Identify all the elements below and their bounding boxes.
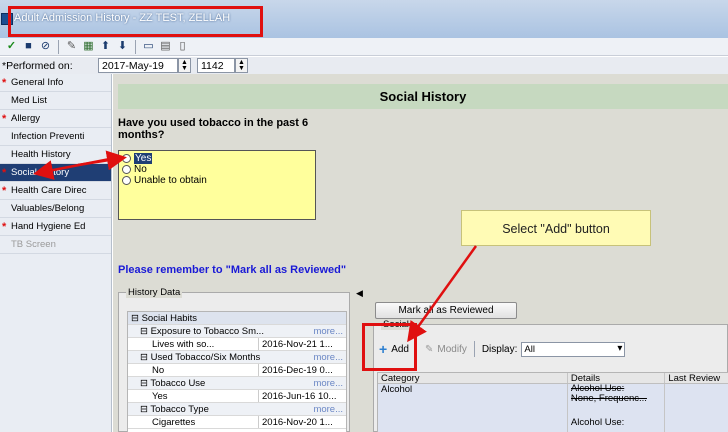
toolbar-divider [135,39,136,54]
modify-icon: ✎ [424,343,434,355]
display-select[interactable]: All [521,341,626,357]
tree-row[interactable]: ⊟ Exposure to Tobacco Sm... more... [128,325,346,338]
down-arrow-icon[interactable]: ⬇ [115,40,130,54]
calculator-icon[interactable]: ▦ [81,40,96,54]
add-highlight-box [362,323,417,371]
document-icon[interactable]: ▯ [175,40,190,54]
checkmark-icon[interactable]: ✓ [4,40,19,54]
up-arrow-icon[interactable]: ⬆ [98,40,113,54]
sidebar-item-social-history[interactable]: * Social History [0,164,111,182]
sidebar-item-allergy[interactable]: * Allergy [0,110,111,128]
section-header: Social History [118,84,728,109]
performed-date-field[interactable]: 2017-May-19 [98,58,178,73]
sidebar-item-label: Health Care Direc [11,185,87,196]
performed-on-row: *Performed on: 2017-May-19 ▲ ▼ 1142 ▲ ▼ [0,57,728,74]
image-icon[interactable]: ▤ [158,40,173,54]
sidebar-item-valuables[interactable]: Valuables/Belong [0,200,111,218]
tree-row[interactable]: ⊟ Tobacco Type more... [128,403,346,416]
option-unable-to-obtain[interactable]: Unable to obtain [122,175,312,186]
tree-row[interactable]: ⊟ Social Habits [128,312,346,325]
tree-row[interactable]: ⊟ Tobacco Use more... [128,377,346,390]
column-details[interactable]: Details [566,373,664,383]
sidebar-item-tb-screen[interactable]: TB Screen [0,236,111,254]
sidebar-item-infection-prevention[interactable]: Infection Preventi [0,128,111,146]
sidebar-item-label: Social History [11,167,70,178]
tobacco-question: Have you used tobacco in the past 6 mont… [118,117,309,141]
more-link[interactable]: more... [313,377,346,389]
row-details: Alcohol Use: None, Frequenc... Alcohol U… [566,384,664,432]
option-no[interactable]: No [122,164,312,175]
sidebar-item-label: Health History [11,149,71,160]
title-highlight-box [8,6,263,37]
performed-on-label: *Performed on: [2,59,73,72]
option-yes[interactable]: Yes [122,153,312,164]
social-grid: Category Details Last Review Alcohol Alc… [377,372,728,432]
history-data-title: History Data [126,287,183,298]
edit-icon[interactable]: ✎ [64,40,79,54]
review-reminder: Please remember to "Mark all as Reviewed… [118,264,347,276]
modify-button[interactable]: Modify [437,344,466,355]
date-spinner[interactable]: ▲ ▼ [178,58,191,73]
sidebar-item-label: Valuables/Belong [11,203,85,214]
sidebar-item-health-history[interactable]: Health History [0,146,111,164]
sidebar-item-label: General Info [11,77,64,88]
more-link[interactable]: more... [313,403,346,415]
instruction-callout: Select "Add" button [461,210,651,246]
more-link[interactable]: more... [313,351,346,363]
column-last-review[interactable]: Last Review [664,373,728,383]
social-panel: Social + Add ✎ Modify Display: All Categ… [373,319,728,432]
social-toolbar: + Add ✎ Modify Display: All [379,337,728,361]
tobacco-options: Yes No Unable to obtain [118,150,316,220]
sidebar-item-med-list[interactable]: Med List [0,92,111,110]
sidebar-item-hand-hygiene[interactable]: * Hand Hygiene Ed [0,218,111,236]
radio-icon [122,165,131,174]
sidebar-item-label: Med List [11,95,47,106]
window-titlebar: Adult Admission History - ZZ TEST, ZELLA… [0,0,728,38]
toolbar-divider [58,39,59,54]
tree-row[interactable]: No 2016-Dec-19 0... [128,364,346,377]
sidebar-item-health-care-directives[interactable]: * Health Care Direc [0,182,111,200]
sidebar-item-label: Allergy [11,113,41,124]
toolbar-divider [473,341,475,357]
mark-all-reviewed-button[interactable]: Mark all as Reviewed [375,302,517,319]
column-category[interactable]: Category [378,373,567,383]
row-last-review [664,384,728,432]
toolbar: ✓ ■ ⊘ ✎ ▦ ⬆ ⬇ ▭ ▤ ▯ [0,38,728,56]
table-row[interactable]: Alcohol Alcohol Use: None, Frequenc... A… [378,384,728,432]
performed-time-field[interactable]: 1142 [197,58,235,73]
form-content: Social History Have you used tobacco in … [113,74,728,432]
more-link[interactable]: more... [313,325,346,337]
monitor-icon[interactable]: ▭ [141,40,156,54]
tree-row[interactable]: Lives with so... 2016-Nov-21 1... [128,338,346,351]
grid-header: Category Details Last Review [378,373,728,384]
cancel-icon[interactable]: ⊘ [38,40,53,54]
history-tree: ⊟ Social Habits ⊟ Exposure to Tobacco Sm… [127,311,347,432]
time-spinner[interactable]: ▲ ▼ [235,58,248,73]
tree-row[interactable]: ⊟ Used Tobacco/Six Months more... [128,351,346,364]
display-label: Display: [481,343,518,355]
save-icon[interactable]: ■ [21,40,36,54]
history-data-panel: History Data ⊟ Social Habits ⊟ Exposure … [118,287,350,432]
tree-row[interactable]: Cigarettes 2016-Nov-20 1... [128,416,346,429]
radio-icon [122,176,131,185]
sidebar-item-label: Infection Preventi [11,131,85,142]
radio-icon [122,154,131,163]
panel-splitter-icon[interactable]: ◀ [356,288,363,299]
tree-row[interactable]: Yes 2016-Jun-16 10... [128,390,346,403]
sidebar-item-general-info[interactable]: * General Info [0,74,111,92]
sidebar-item-label: Hand Hygiene Ed [11,221,86,232]
row-category: Alcohol [381,384,413,395]
sidebar-item-label: TB Screen [11,239,56,250]
sidebar: * General Info Med List * Allergy Infectio… [0,74,112,432]
